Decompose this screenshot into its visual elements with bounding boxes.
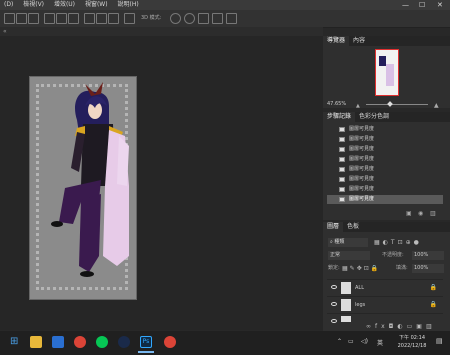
- scale-icon[interactable]: [226, 13, 237, 24]
- search-icon: ⌕: [330, 239, 333, 245]
- maximize-icon[interactable]: ☐: [419, 0, 425, 10]
- eye-icon[interactable]: [331, 319, 337, 323]
- new-document-icon[interactable]: ▣: [406, 210, 412, 217]
- steam-icon[interactable]: [118, 336, 130, 348]
- layer-thumbnail: [341, 282, 351, 294]
- 3d-mode-label: 3D 模式:: [141, 15, 162, 21]
- layers-tab-bar: 圖層 色板: [323, 222, 450, 232]
- close-icon[interactable]: ✕: [437, 0, 443, 10]
- align-center-icon[interactable]: [16, 13, 27, 24]
- align-right-icon[interactable]: [28, 13, 39, 24]
- history-item-selected[interactable]: 圖層可見度: [327, 195, 443, 204]
- layer-filter-icons[interactable]: ▦◐T⊡⊕●: [374, 238, 446, 247]
- minimize-icon[interactable]: —: [402, 0, 409, 10]
- zoom-slider[interactable]: [366, 104, 428, 105]
- notification-icon[interactable]: ▤: [436, 337, 443, 345]
- history-tab-bar: 步驟記錄 色彩分色調: [323, 112, 450, 122]
- ime-indicator[interactable]: 英: [377, 338, 383, 347]
- menu-bar: (D) 檢視(V) 增效(U) 視窗(W) 說明(H): [0, 0, 450, 10]
- slide-icon[interactable]: [212, 13, 223, 24]
- chrome-icon[interactable]: [74, 336, 86, 348]
- layer-name: ALL: [355, 285, 364, 291]
- layer-thumbnail: [341, 316, 351, 322]
- distribute-h-icon[interactable]: [96, 13, 107, 24]
- eye-icon[interactable]: [331, 302, 337, 306]
- navigator-preview[interactable]: [375, 49, 399, 96]
- layer-thumbnail: [341, 299, 351, 311]
- collapse-icon[interactable]: «: [3, 27, 7, 36]
- taskbar-app-icon[interactable]: [52, 336, 64, 348]
- distribute-icon[interactable]: [84, 13, 95, 24]
- history-item[interactable]: 圖層可見度: [327, 135, 443, 144]
- clock-date[interactable]: 2022/12/18: [395, 343, 429, 349]
- navigator-tab-bar: 導覽器 內容: [323, 36, 450, 46]
- tab-swatches[interactable]: 色板: [343, 222, 363, 232]
- menu-item-plugins[interactable]: 增效(U): [54, 1, 75, 8]
- volume-icon[interactable]: ◁): [361, 338, 368, 345]
- clock-time[interactable]: 下午 02:14: [395, 334, 429, 341]
- opacity-label: 不透明度:: [382, 252, 404, 258]
- line-icon[interactable]: [96, 336, 108, 348]
- align-middle-icon[interactable]: [56, 13, 67, 24]
- menu-item-help[interactable]: 說明(H): [118, 1, 139, 8]
- tab-layers[interactable]: 圖層: [323, 222, 344, 232]
- align-left-icon[interactable]: [4, 13, 15, 24]
- tray-up-icon[interactable]: ⌃: [337, 338, 342, 345]
- chrome-icon[interactable]: [164, 336, 176, 348]
- tab-properties[interactable]: 內容: [349, 36, 369, 46]
- lock-icon: 🔒: [429, 284, 437, 291]
- zoom-out-icon[interactable]: ▲: [356, 103, 360, 109]
- eye-icon[interactable]: [331, 285, 337, 289]
- snapshot-icon[interactable]: ◉: [418, 210, 423, 217]
- character-illustration: [51, 82, 129, 277]
- trash-icon[interactable]: ▥: [430, 210, 436, 217]
- zoom-value: 47.65%: [327, 101, 347, 107]
- history-item[interactable]: 圖層可見度: [327, 185, 443, 194]
- lock-icon: 🔒: [429, 301, 437, 308]
- layer-row[interactable]: ALL 🔒: [327, 279, 443, 296]
- windows-start-icon[interactable]: ⊞: [10, 337, 20, 347]
- layer-row[interactable]: legs 🔒: [327, 296, 443, 313]
- tab-color-separation[interactable]: 色彩分色調: [355, 112, 393, 122]
- tab-navigator[interactable]: 導覽器: [323, 36, 350, 46]
- history-item[interactable]: 圖層可見度: [327, 155, 443, 164]
- menu-item-d[interactable]: (D): [4, 1, 13, 8]
- fill-label: 填滿:: [396, 265, 408, 271]
- layer-kind-filter[interactable]: ⌕ 種類: [328, 238, 368, 247]
- distribute-v-icon[interactable]: [108, 13, 119, 24]
- fill-field[interactable]: 100%: [412, 264, 444, 273]
- lock-label: 鎖定:: [328, 265, 340, 271]
- opacity-field[interactable]: 100%: [412, 251, 444, 260]
- tab-history[interactable]: 步驟記錄: [323, 112, 356, 122]
- menu-item-view[interactable]: 檢視(V): [23, 1, 44, 8]
- history-item[interactable]: 圖層可見度: [327, 165, 443, 174]
- layer-actions[interactable]: ∞fx◘◐▭▣▥: [366, 322, 446, 331]
- file-explorer-icon[interactable]: [30, 336, 42, 348]
- photoshop-icon[interactable]: Ps: [140, 336, 152, 348]
- orbit-icon[interactable]: [170, 13, 181, 24]
- align-bottom-icon[interactable]: [68, 13, 79, 24]
- menu-item-window[interactable]: 視窗(W): [85, 1, 108, 8]
- history-item[interactable]: 圖層可見度: [327, 175, 443, 184]
- layer-row[interactable]: [327, 313, 443, 323]
- pan-icon[interactable]: [198, 13, 209, 24]
- zoom-in-icon[interactable]: ▲: [434, 102, 439, 109]
- blend-mode-select[interactable]: 正常: [328, 251, 370, 260]
- history-item[interactable]: 圖層可見度: [327, 125, 443, 134]
- align-top-icon[interactable]: [44, 13, 55, 24]
- roll-icon[interactable]: [184, 13, 195, 24]
- more-options-icon[interactable]: [124, 13, 135, 24]
- lock-icons[interactable]: ▦✎✥⊡🔒: [342, 264, 380, 273]
- active-app-indicator: [138, 351, 154, 353]
- history-item[interactable]: 圖層可見度: [327, 145, 443, 154]
- layer-name: legs: [355, 302, 366, 308]
- network-icon[interactable]: ▭: [348, 338, 354, 345]
